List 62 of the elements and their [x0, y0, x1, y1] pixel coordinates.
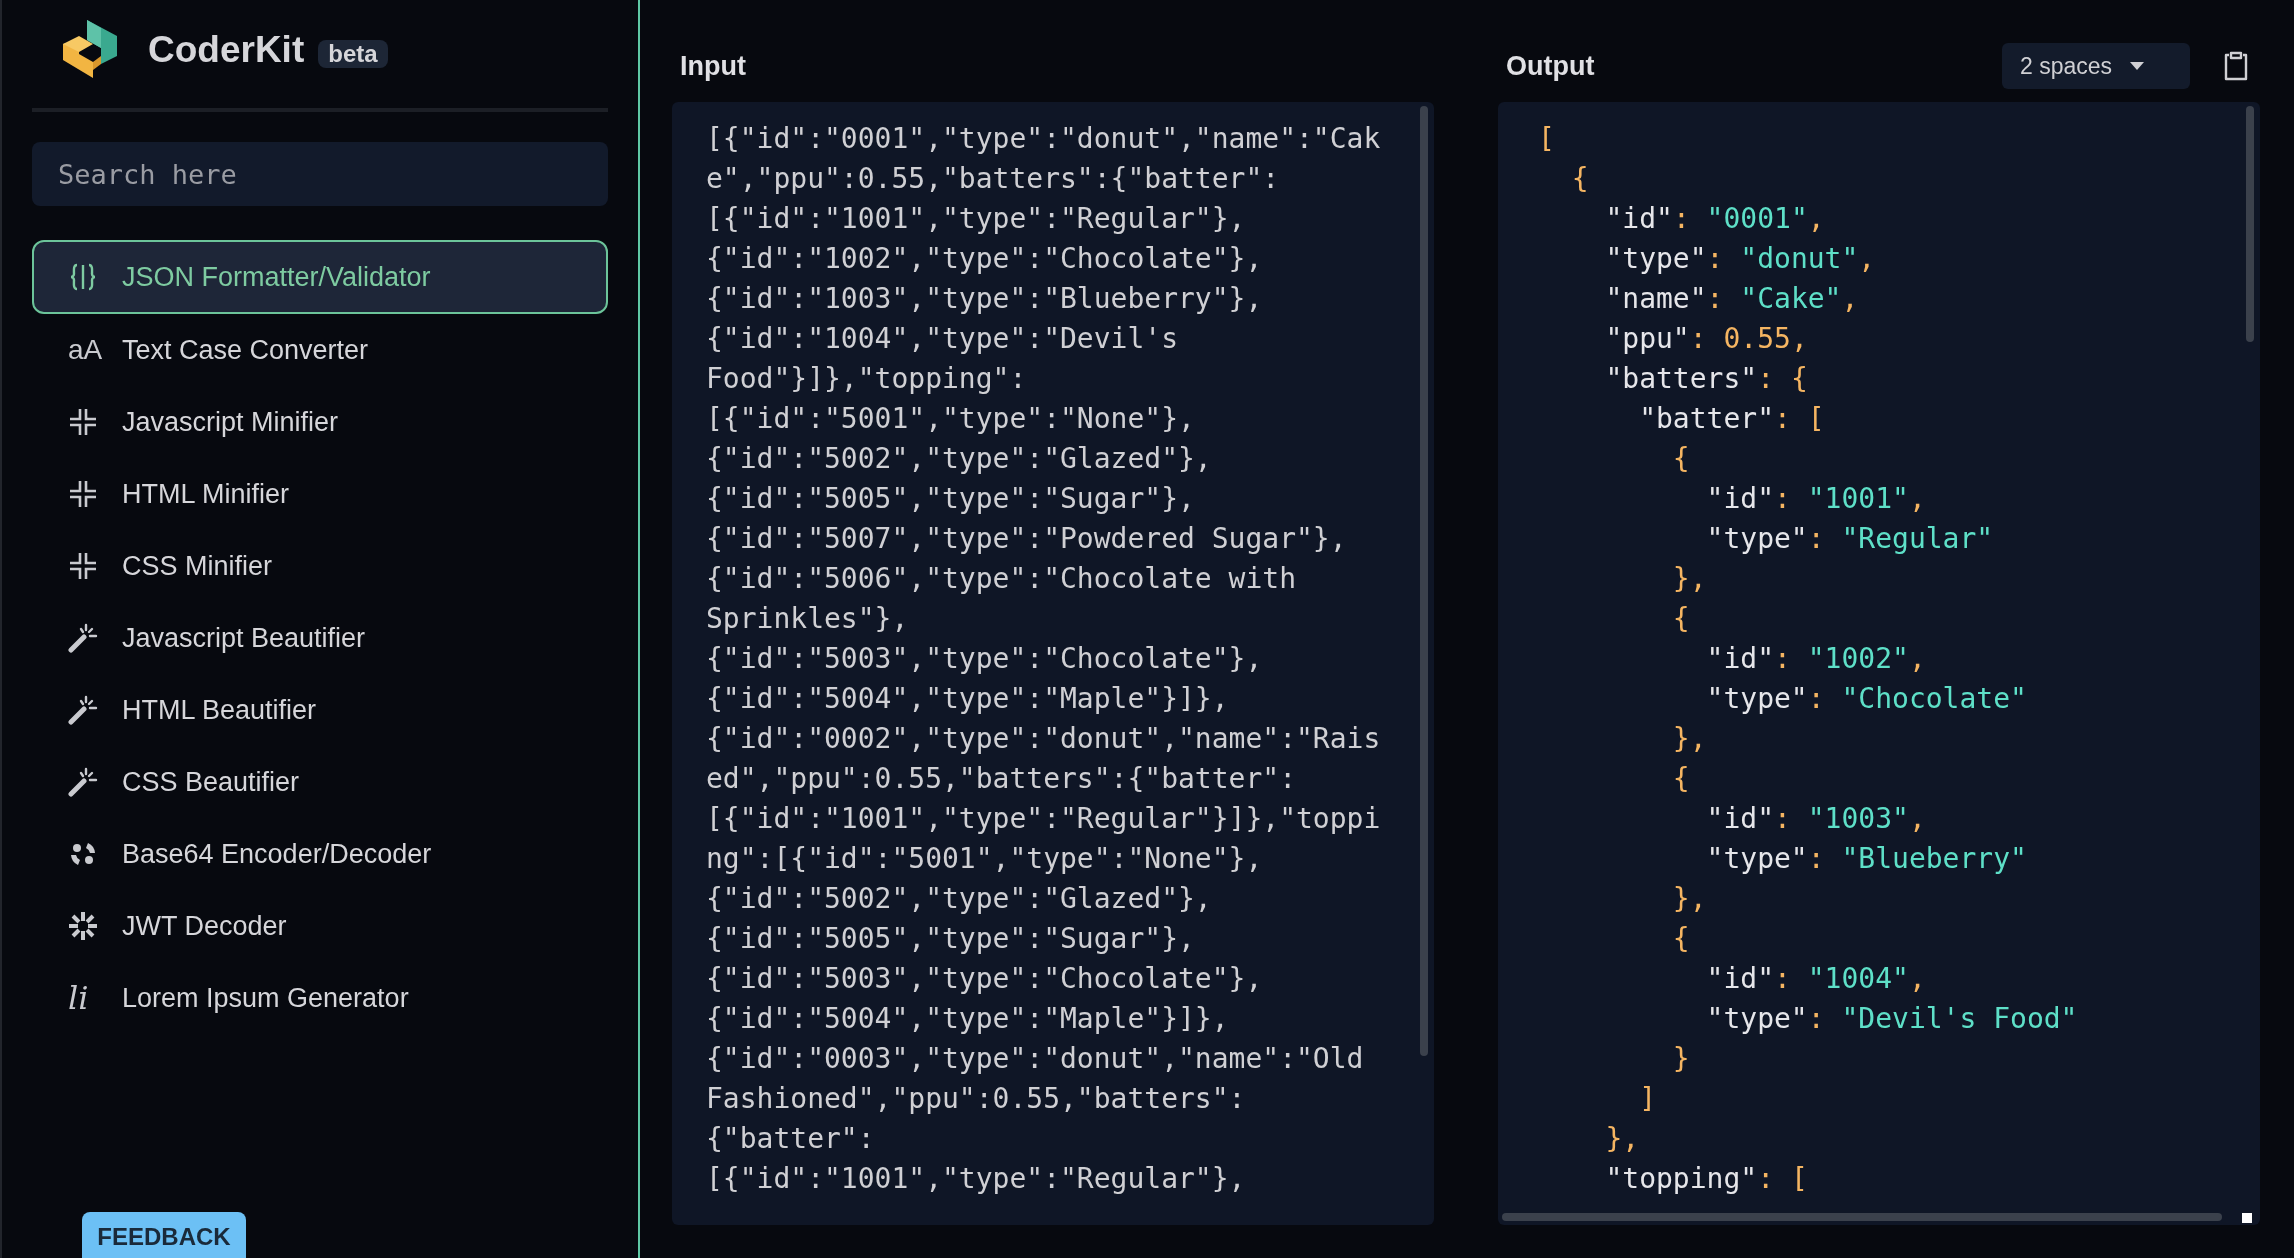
text-icon: li: [68, 982, 89, 1014]
app-title: CoderKit: [148, 29, 305, 71]
braces-icon: [68, 262, 98, 292]
collapse-icon: [68, 407, 98, 437]
code-line: },: [1671, 561, 1707, 597]
magic-wand-icon: [68, 695, 98, 725]
code-line: ]: [1638, 1081, 1656, 1117]
code-line: "topping": [: [1604, 1161, 1808, 1197]
sidebar-item[interactable]: HTML Beautifier: [32, 674, 608, 746]
feedback-button[interactable]: FEEDBACK: [82, 1212, 246, 1258]
sidebar-item[interactable]: JWT Decoder: [32, 890, 608, 962]
indent-dropdown[interactable]: 2 spaces: [2002, 43, 2190, 89]
code-line: {: [1671, 921, 1690, 957]
search-field[interactable]: Search here: [32, 142, 608, 206]
code-line: "name": "Cake",: [1604, 281, 1859, 317]
asterisk-icon: [68, 911, 98, 941]
magic-wand-icon: [68, 767, 98, 797]
sidebar-item[interactable]: Javascript Beautifier: [32, 602, 608, 674]
sidebar-item[interactable]: Javascript Minifier: [32, 386, 608, 458]
code-line: }: [1671, 1041, 1690, 1077]
code-line: [: [1538, 121, 1555, 157]
caret-icon: [2130, 62, 2145, 70]
code-line: "type": "Chocolate": [1705, 681, 2027, 717]
output-heading: Output: [1506, 50, 1595, 82]
code-line: "ppu": 0.55,: [1604, 321, 1808, 357]
code-line: "type": "Blueberry": [1705, 841, 2027, 877]
resize-handle[interactable]: [2242, 1213, 2252, 1223]
code-line: {: [1671, 441, 1690, 477]
code-line: "id": "1004",: [1705, 961, 1926, 997]
sidebar-item[interactable]: aA Text Case Converter: [32, 314, 608, 386]
code-line: {: [1671, 601, 1690, 637]
collapse-icon: [68, 551, 98, 581]
scrollbar[interactable]: [1420, 106, 1428, 1056]
code-line: "id": "1003",: [1705, 801, 1926, 837]
collapse-icon: [68, 479, 98, 509]
code-line: "batters": {: [1604, 361, 1808, 397]
clipboard-icon[interactable]: [2224, 51, 2248, 81]
code-line: "id": "0001",: [1604, 201, 1825, 237]
sidebar-item[interactable]: CSS Beautifier: [32, 746, 608, 818]
code-line: "batter": [: [1638, 401, 1825, 437]
magic-wand-icon: [68, 623, 98, 653]
code-line: "type": "Devil's Food": [1705, 1001, 2078, 1037]
code-line: "id": "1001",: [1705, 481, 1926, 517]
sidebar-item[interactable]: li Lorem Ipsum Generator: [32, 962, 608, 1034]
beta-badge: beta: [318, 40, 388, 68]
code-line: },: [1671, 721, 1707, 757]
sidebar-item[interactable]: CSS Minifier: [32, 530, 608, 602]
sidebar-item[interactable]: Base64 Encoder/Decoder: [32, 818, 608, 890]
code-line: },: [1671, 881, 1707, 917]
code-line: "type": "Regular": [1705, 521, 1994, 557]
scrollbar[interactable]: [2246, 106, 2254, 342]
code-line: "type": "donut",: [1604, 241, 1876, 277]
sidebar-item[interactable]: JSON Formatter/Validator: [32, 240, 608, 314]
text-icon: aA: [68, 336, 103, 364]
input-field[interactable]: [{"id":"0001","type":"donut","name":"Cake","ppu":0.55,"batters":{"batter":[{"id":"1001","type":"Regular"},{"id":"1002","type":"Chocolate"},{"id":"1003","type":"Blueberry"},{"id":"1004","type":"Devil's Food"}]},"topping":[{"id":"5001","type":"None"},{"id":"5002","type":"Glazed"},{"id":"5005","type":"Sugar"},{"id":"5007","type":"Powdered Sugar"},{"id":"5006","type":"Chocolate with Sprinkles"},{"id":"5003","type":"Chocolate"},{"id":"5004","type":"Maple"}]},{"id":"0002","type":"donut","name":"Raised","ppu":0.55,"batters":{"batter":[{"id":"1001","type":"Regular"}]},"topping":[{"id":"5001","type":"None"},{"id":"5002","type":"Glazed"},{"id":"5005","type":"Sugar"},{"id":"5003","type":"Chocolate"},{"id":"5004","type":"Maple"}]},{"id":"0003","type":"donut","name":"Old Fashioned","ppu":0.55,"batters":{"batter":[{"id":"1001","type":"Regular"},: [672, 102, 1388, 1199]
code-line: {: [1570, 161, 1589, 197]
code-line: {: [1671, 761, 1690, 797]
input-heading: Input: [680, 50, 746, 82]
code-line: "id": "1002",: [1705, 641, 1926, 677]
sidebar-item[interactable]: HTML Minifier: [32, 458, 608, 530]
scrollbar[interactable]: [1502, 1213, 2222, 1221]
code-line: },: [1604, 1121, 1640, 1157]
